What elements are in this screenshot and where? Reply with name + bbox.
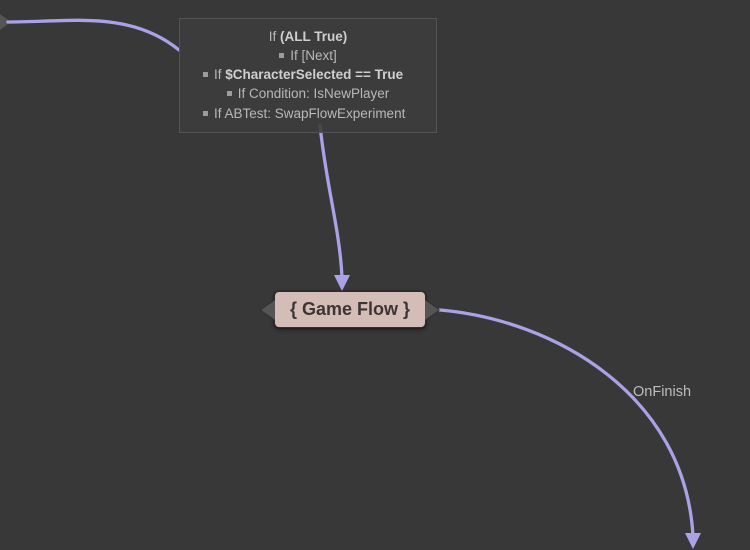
condition-text: If Condition: IsNewPlayer (238, 86, 390, 101)
condition-line: If ABTest: SwapFlowExperiment (193, 104, 423, 123)
condition-node[interactable]: If (ALL True) If [Next] If $CharacterSel… (179, 18, 437, 133)
game-flow-node[interactable]: { Game Flow } (274, 291, 426, 328)
condition-prefix: If (214, 67, 225, 82)
flow-in-port[interactable] (261, 300, 275, 320)
arrowhead-into-flow (334, 275, 350, 291)
arrowhead-onfinish (685, 533, 701, 549)
wire-flow-to-onfinish (440, 310, 693, 536)
condition-text: If ABTest: SwapFlowExperiment (214, 106, 405, 121)
bullet-icon (203, 72, 208, 77)
onfinish-label: OnFinish (633, 384, 691, 400)
wire-incoming-top (8, 20, 179, 50)
bullet-icon (279, 53, 284, 58)
condition-line: If [Next] (193, 46, 423, 65)
condition-line: If Condition: IsNewPlayer (193, 84, 423, 103)
flow-node-label: { Game Flow } (290, 299, 410, 320)
bullet-icon (203, 111, 208, 116)
wire-cond-to-flow (320, 125, 342, 278)
condition-header: If (ALL True) (193, 27, 423, 46)
condition-bold: $CharacterSelected == True (225, 67, 403, 82)
all-true-label: (ALL True) (280, 29, 347, 44)
offscreen-out-port[interactable] (0, 12, 11, 32)
flow-out-port[interactable] (425, 300, 439, 320)
condition-text: If [Next] (290, 48, 337, 63)
if-label: If (269, 29, 280, 44)
condition-line: If $CharacterSelected == True (193, 65, 423, 84)
bullet-icon (227, 91, 232, 96)
graph-canvas[interactable]: If (ALL True) If [Next] If $CharacterSel… (0, 0, 750, 550)
